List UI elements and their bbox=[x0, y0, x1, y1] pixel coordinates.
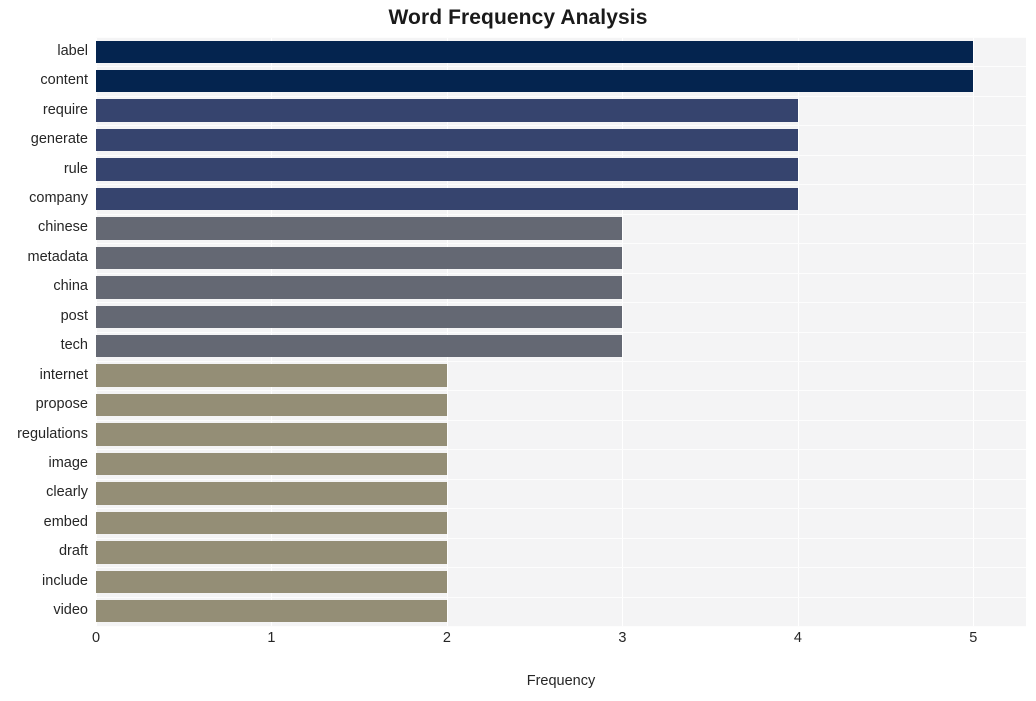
bar-metadata bbox=[96, 246, 623, 270]
y-tick-label-image: image bbox=[48, 455, 89, 472]
bar-row bbox=[96, 217, 1026, 240]
x-axis-tick-labels: 0 1 2 3 4 5 bbox=[0, 630, 1036, 654]
bar-row bbox=[96, 335, 1026, 358]
y-tick-label-metadata: metadata bbox=[27, 248, 88, 265]
bar-image bbox=[96, 452, 447, 476]
bar-regulations bbox=[96, 423, 447, 446]
bar-row bbox=[96, 600, 1026, 623]
bar-chinese bbox=[96, 217, 623, 240]
bar-row bbox=[96, 364, 1026, 387]
plot-area bbox=[96, 37, 1026, 627]
y-tick-label-content: content bbox=[40, 72, 88, 89]
y-tick-label-require: require bbox=[42, 101, 88, 118]
bar-include bbox=[96, 570, 447, 593]
bar-series bbox=[96, 37, 1026, 626]
bar-label bbox=[96, 40, 974, 63]
bar-row bbox=[96, 305, 1026, 328]
y-tick-label-label: label bbox=[57, 42, 88, 59]
bar-rule bbox=[96, 158, 798, 181]
bar-row bbox=[96, 511, 1026, 535]
bar-row bbox=[96, 570, 1026, 593]
bar-row bbox=[96, 541, 1026, 564]
y-tick-label-clearly: clearly bbox=[46, 484, 88, 501]
bar-row bbox=[96, 69, 1026, 93]
bar-row bbox=[96, 423, 1026, 446]
bar-row bbox=[96, 158, 1026, 181]
y-tick-label-embed: embed bbox=[43, 513, 88, 530]
bar-draft bbox=[96, 541, 447, 564]
bar-internet bbox=[96, 364, 447, 387]
y-tick-label-chinese: chinese bbox=[38, 219, 88, 236]
y-tick-label-tech: tech bbox=[60, 337, 88, 354]
bar-row bbox=[96, 276, 1026, 299]
bar-propose bbox=[96, 393, 447, 417]
y-tick-label-propose: propose bbox=[35, 396, 88, 413]
x-tick-label-5: 5 bbox=[969, 630, 978, 646]
x-tick-label-4: 4 bbox=[793, 630, 802, 646]
bar-tech bbox=[96, 335, 623, 358]
y-tick-label-china: china bbox=[53, 278, 88, 295]
bar-row bbox=[96, 40, 1026, 63]
bar-row bbox=[96, 128, 1026, 152]
bar-row bbox=[96, 393, 1026, 417]
x-tick-label-3: 3 bbox=[618, 630, 627, 646]
gridline-horizontal bbox=[96, 626, 1026, 627]
y-tick-label-include: include bbox=[42, 572, 88, 589]
bar-embed bbox=[96, 511, 447, 535]
y-tick-label-rule: rule bbox=[63, 160, 88, 177]
y-tick-label-regulations: regulations bbox=[17, 425, 88, 442]
chart-title: Word Frequency Analysis bbox=[388, 6, 648, 29]
bar-company bbox=[96, 187, 798, 211]
x-axis-label: Frequency bbox=[526, 673, 596, 689]
bar-row bbox=[96, 99, 1026, 122]
bar-china bbox=[96, 276, 623, 299]
y-tick-label-draft: draft bbox=[58, 543, 88, 560]
bar-content bbox=[96, 69, 974, 93]
bar-generate bbox=[96, 128, 798, 152]
bar-clearly bbox=[96, 482, 447, 505]
bar-row bbox=[96, 452, 1026, 476]
bar-video bbox=[96, 600, 447, 623]
y-tick-label-post: post bbox=[60, 307, 88, 324]
y-tick-label-video: video bbox=[53, 602, 88, 619]
y-tick-label-internet: internet bbox=[39, 366, 88, 383]
y-axis-tick-labels: label content require generate rule company ch… bbox=[0, 37, 88, 626]
word-frequency-chart: Word Frequency Analysis label content requ… bbox=[0, 0, 1036, 701]
bar-row bbox=[96, 482, 1026, 505]
y-tick-label-generate: generate bbox=[30, 131, 88, 148]
x-tick-label-2: 2 bbox=[442, 630, 451, 646]
y-tick-label-company: company bbox=[29, 189, 88, 206]
x-tick-label-1: 1 bbox=[267, 630, 276, 646]
bar-row bbox=[96, 246, 1026, 270]
bar-require bbox=[96, 99, 798, 122]
bar-post bbox=[96, 305, 623, 328]
bar-row bbox=[96, 187, 1026, 211]
x-tick-label-0: 0 bbox=[91, 630, 101, 646]
